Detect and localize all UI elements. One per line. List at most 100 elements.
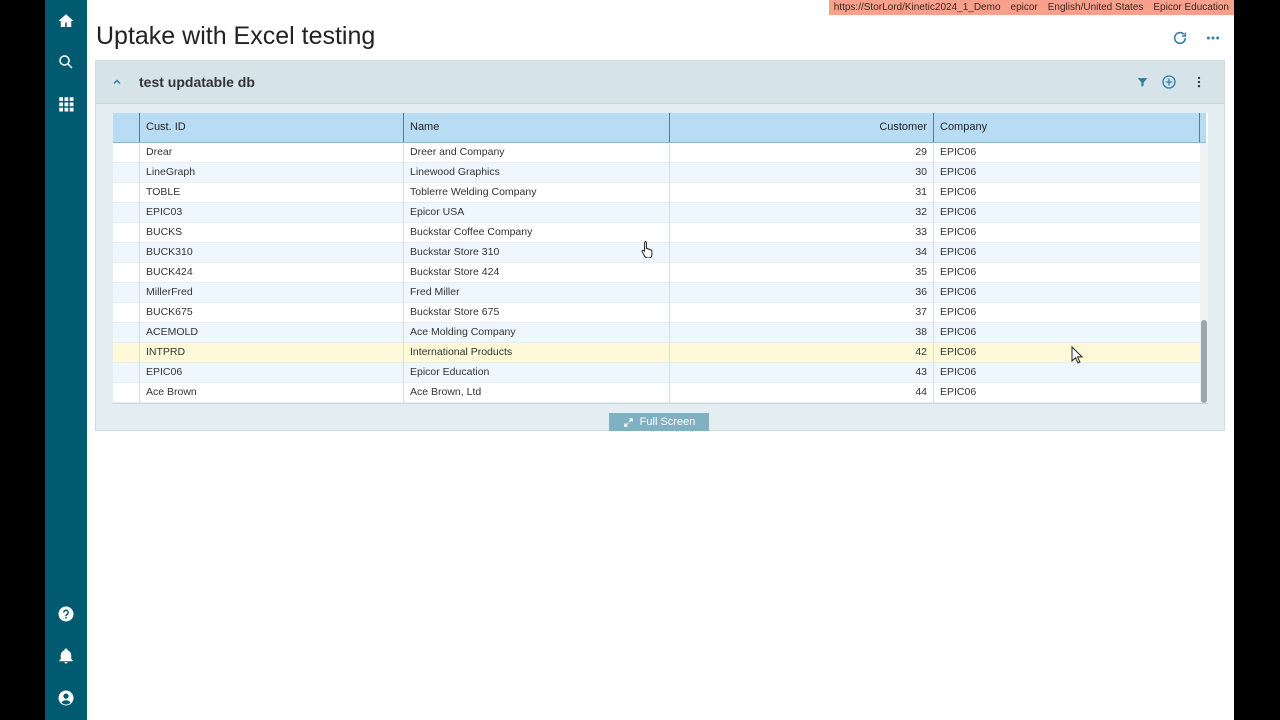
- cell-customer: 31: [670, 183, 934, 203]
- filter-button[interactable]: [1133, 73, 1151, 91]
- cell-company: EPIC06: [940, 346, 977, 358]
- cell-company: EPIC06: [940, 286, 977, 298]
- panel-menu-button[interactable]: [1190, 73, 1208, 91]
- table-row[interactable]: Ace Brown Ace Brown, Ltd 44 EPIC06: [113, 383, 1200, 403]
- row-selector[interactable]: [113, 363, 140, 383]
- row-selector[interactable]: [113, 223, 140, 243]
- table-row[interactable]: BUCK675 Buckstar Store 675 37 EPIC06: [113, 303, 1200, 323]
- cell-customer: 33: [670, 223, 934, 243]
- row-selector[interactable]: [113, 323, 140, 343]
- row-selector[interactable]: [113, 183, 140, 203]
- table-row[interactable]: TOBLE Toblerre Welding Company 31 EPIC06: [113, 183, 1200, 203]
- cell-name: Ace Molding Company: [404, 323, 670, 343]
- help-button[interactable]: [45, 593, 87, 635]
- cell-name: Buckstar Store 424: [404, 263, 670, 283]
- cell-customer: 29: [670, 143, 934, 163]
- table-row[interactable]: BUCK424 Buckstar Store 424 35 EPIC06: [113, 263, 1200, 283]
- home-button[interactable]: [45, 0, 87, 42]
- cell-cust-id: Ace Brown: [140, 383, 404, 403]
- cell-cust-id: LineGraph: [140, 163, 404, 183]
- cell-company: EPIC06: [940, 366, 977, 378]
- add-button[interactable]: [1160, 73, 1178, 91]
- table-row[interactable]: Drear Dreer and Company 29 EPIC06: [113, 143, 1200, 163]
- row-selector[interactable]: [113, 163, 140, 183]
- table-row[interactable]: ACEMOLD Ace Molding Company 38 EPIC06: [113, 323, 1200, 343]
- search-button[interactable]: [45, 41, 87, 83]
- grid-scrollbar[interactable]: [1200, 143, 1208, 403]
- cell-customer: 34: [670, 243, 934, 263]
- row-selector[interactable]: [113, 243, 140, 263]
- home-icon: [58, 14, 74, 27]
- cell-cust-id: ACEMOLD: [140, 323, 404, 343]
- row-selector[interactable]: [113, 143, 140, 163]
- row-selector[interactable]: [113, 303, 140, 323]
- cell-company: EPIC06: [940, 186, 977, 198]
- grid-body: Drear Dreer and Company 29 EPIC06 LineGraph…: [113, 143, 1200, 403]
- full-screen-button[interactable]: Full Screen: [609, 413, 709, 431]
- user-profile-button[interactable]: [45, 677, 87, 719]
- page-title: Uptake with Excel testing: [96, 22, 376, 50]
- apps-grid-icon: [59, 97, 74, 112]
- environment-bar: https://StorLord/Kinetic2024_1_Demo epic…: [828, 0, 1234, 15]
- row-selector[interactable]: [113, 263, 140, 283]
- cell-name: International Products: [404, 343, 670, 363]
- cell-cust-id: Drear: [140, 143, 404, 163]
- table-row[interactable]: LineGraph Linewood Graphics 30 EPIC06: [113, 163, 1200, 183]
- help-icon: [58, 606, 74, 622]
- env-language: English/United States: [1047, 2, 1144, 13]
- cell-cust-id: BUCK675: [140, 303, 404, 323]
- more-options-button[interactable]: [1204, 29, 1222, 47]
- refresh-button[interactable]: [1171, 29, 1189, 47]
- chevron-up-icon: [113, 79, 121, 85]
- panel-title: test updatable db: [139, 74, 255, 90]
- cell-name: Buckstar Store 675: [404, 303, 670, 323]
- bell-icon: [59, 648, 73, 664]
- row-selector-header[interactable]: [113, 113, 140, 142]
- column-header-company[interactable]: Company: [934, 113, 1200, 142]
- cell-company: EPIC06: [940, 226, 977, 238]
- cell-company: EPIC06: [940, 386, 977, 398]
- table-row[interactable]: BUCKS Buckstar Coffee Company 33 EPIC06: [113, 223, 1200, 243]
- refresh-icon: [1173, 31, 1187, 45]
- more-vertical-icon: [1197, 76, 1201, 88]
- cell-customer: 35: [670, 263, 934, 283]
- column-header-cust-id[interactable]: Cust. ID: [140, 113, 404, 142]
- row-selector[interactable]: [113, 283, 140, 303]
- app-window: https://StorLord/Kinetic2024_1_Demo epic…: [45, 0, 1234, 720]
- cell-company: EPIC06: [940, 326, 977, 338]
- more-horizontal-icon: [1206, 36, 1220, 40]
- scrollbar-thumb[interactable]: [1201, 320, 1207, 403]
- cell-name: Linewood Graphics: [404, 163, 670, 183]
- cell-name: Epicor Education: [404, 363, 670, 383]
- cell-cust-id: BUCKS: [140, 223, 404, 243]
- table-row[interactable]: EPIC03 Epicor USA 32 EPIC06: [113, 203, 1200, 223]
- row-selector[interactable]: [113, 343, 140, 363]
- cell-name: Dreer and Company: [404, 143, 670, 163]
- cell-customer: 42: [670, 343, 934, 363]
- column-header-name[interactable]: Name: [404, 113, 670, 142]
- cell-name: Epicor USA: [404, 203, 670, 223]
- add-circle-icon: [1162, 75, 1176, 89]
- dashboard-panel: test updatable db Cust. ID Name Customer…: [95, 60, 1225, 431]
- cell-company: EPIC06: [940, 246, 977, 258]
- column-header-customer[interactable]: Customer: [670, 113, 934, 142]
- search-icon: [59, 55, 73, 69]
- sidebar: [45, 0, 87, 720]
- row-selector[interactable]: [113, 383, 140, 403]
- cell-company: EPIC06: [940, 206, 977, 218]
- table-row[interactable]: BUCK310 Buckstar Store 310 34 EPIC06: [113, 243, 1200, 263]
- table-row-selected[interactable]: INTPRD International Products 42 EPIC06: [113, 343, 1200, 363]
- notifications-button[interactable]: [45, 635, 87, 677]
- collapse-button[interactable]: [108, 73, 126, 91]
- row-selector[interactable]: [113, 203, 140, 223]
- cell-customer: 36: [670, 283, 934, 303]
- env-company: Epicor Education: [1153, 2, 1229, 13]
- table-row[interactable]: EPIC06 Epicor Education 43 EPIC06: [113, 363, 1200, 383]
- table-row[interactable]: MillerFred Fred Miller 36 EPIC06: [113, 283, 1200, 303]
- data-grid: Cust. ID Name Customer Company Drear Dree…: [113, 113, 1208, 404]
- apps-button[interactable]: [45, 83, 87, 125]
- grid-header: Cust. ID Name Customer Company: [113, 113, 1206, 143]
- cell-cust-id: BUCK424: [140, 263, 404, 283]
- cell-cust-id: INTPRD: [140, 343, 404, 363]
- cell-customer: 38: [670, 323, 934, 343]
